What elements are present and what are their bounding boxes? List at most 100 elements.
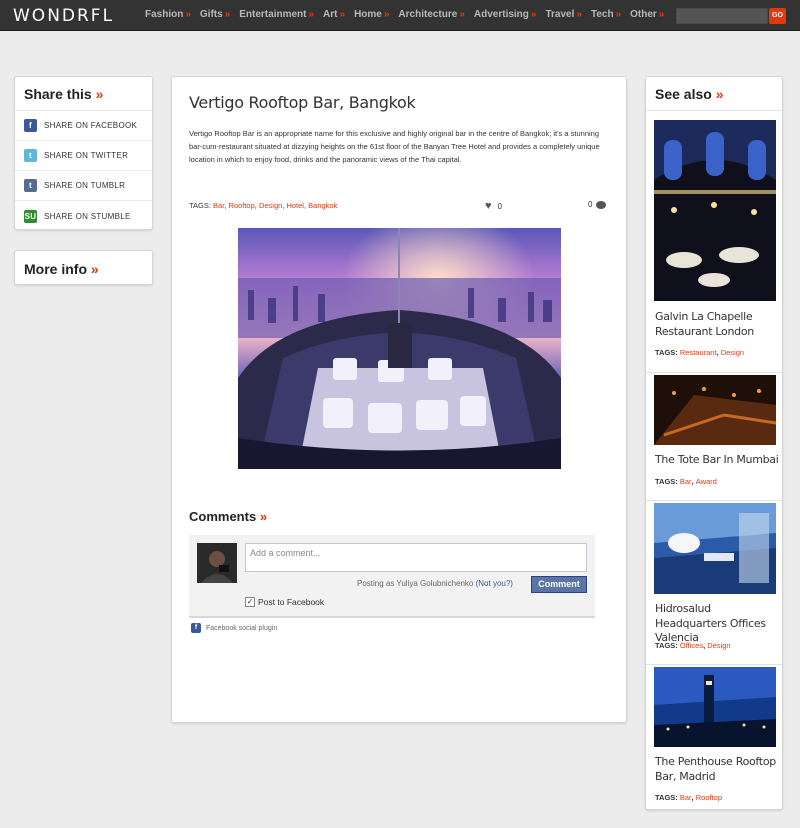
article-tags: TAGS: Bar, Rooftop, Design, Hotel, Bangk… [189, 201, 338, 210]
tag-link[interactable]: Award [696, 477, 717, 486]
title-arrow: » [715, 86, 724, 102]
article-panel: Vertigo Rooftop Bar, Bangkok Vertigo Roo… [171, 76, 627, 723]
see-also-title-link[interactable]: The Tote Bar In Mumbai [655, 453, 779, 468]
nav-arrow: » [339, 9, 346, 20]
tags-label: TAGS: [655, 348, 678, 357]
share-label: SHARE ON TUMBLR [44, 181, 126, 190]
share-list: f SHARE ON FACEBOOK t SHARE ON TWITTER t SH… [15, 110, 152, 231]
more-info-title: More info » [15, 251, 152, 284]
tags-label: TAGS: [655, 793, 678, 802]
nav-label: Home [354, 9, 382, 20]
nav-item-advertising[interactable]: Advertising» [474, 9, 537, 20]
title-arrow: » [90, 261, 99, 277]
nav-arrow: » [185, 9, 191, 20]
nav-label: Tech [590, 9, 614, 20]
tag-link[interactable]: Bar [680, 793, 692, 802]
more-info-panel[interactable]: More info » [14, 250, 153, 285]
see-also-item[interactable]: The Tote Bar In Mumbai TAGS: Bar, Award [646, 372, 784, 500]
see-also-title-link[interactable]: Hidrosalud Headquarters Offices Valencia [655, 602, 779, 646]
share-label: SHARE ON FACEBOOK [44, 121, 138, 130]
nav-arrow: » [576, 9, 582, 20]
tag-link[interactable]: Rooftop [696, 793, 722, 802]
nav-item-home[interactable]: Home» [354, 9, 389, 20]
comment-submit-button[interactable]: Comment [531, 576, 587, 593]
share-title: Share this » [15, 77, 152, 110]
nav-label: Art [323, 9, 338, 20]
see-also-label: See also [655, 86, 712, 102]
share-title-label: Share this [24, 86, 92, 102]
tag-link[interactable]: Bangkok [308, 201, 337, 210]
main-nav: Fashion» Gifts» Entertainment» Art» Home… [145, 9, 673, 20]
see-also-tags: TAGS: Restaurant, Design [655, 348, 745, 357]
see-also-title-link[interactable]: The Penthouse Rooftop Bar, Madrid [655, 755, 779, 784]
facebook-plugin-label[interactable]: f Facebook social plugin [191, 623, 277, 633]
nav-item-entertainment[interactable]: Entertainment» [239, 9, 314, 20]
not-you-link[interactable]: (Not you?) [476, 579, 513, 588]
comment-input[interactable]: Add a comment... [245, 543, 587, 572]
see-also-item[interactable]: Hidrosalud Headquarters Offices Valencia… [646, 500, 784, 664]
nav-label: Other [630, 9, 657, 20]
tags-label: TAGS: [655, 477, 678, 486]
tags-label: TAGS: [189, 201, 211, 210]
plugin-label: Facebook social plugin [206, 624, 278, 632]
tag-link[interactable]: Design [259, 201, 282, 210]
tag-link[interactable]: Restaurant [680, 348, 717, 357]
tag-link[interactable]: Design [707, 641, 730, 650]
nav-item-travel[interactable]: Travel» [545, 9, 581, 20]
share-panel: Share this » f SHARE ON FACEBOOK t SHARE O… [14, 76, 153, 230]
search-form: GO [676, 8, 786, 24]
nav-item-tech[interactable]: Tech» [591, 9, 621, 20]
share-stumble-button[interactable]: SU SHARE ON STUMBLE [15, 201, 152, 231]
facebook-icon: f [24, 119, 37, 132]
stumbleupon-icon: SU [24, 209, 37, 223]
see-also-item[interactable]: The Penthouse Rooftop Bar, Madrid TAGS: … [646, 664, 784, 811]
see-also-thumbnail[interactable] [654, 667, 776, 747]
tag-link[interactable]: Bar [680, 477, 692, 486]
nav-label: Architecture [398, 9, 458, 20]
nav-item-architecture[interactable]: Architecture» [398, 9, 464, 20]
heart-icon: ♥ [485, 200, 492, 212]
see-also-thumbnail[interactable] [654, 375, 776, 445]
posting-as-text: Posting as Yuliya Golubnichenko (Not you… [357, 579, 513, 588]
tag-link[interactable]: Design [721, 348, 744, 357]
share-twitter-button[interactable]: t SHARE ON TWITTER [15, 141, 152, 171]
speech-bubble-icon [596, 200, 607, 209]
checkbox-checked-icon[interactable]: ✓ [245, 597, 255, 607]
nav-item-art[interactable]: Art» [323, 9, 345, 20]
share-facebook-button[interactable]: f SHARE ON FACEBOOK [15, 111, 152, 141]
nav-item-gifts[interactable]: Gifts» [200, 9, 230, 20]
see-also-thumbnail[interactable] [654, 120, 776, 301]
comment-count-link[interactable]: 0 [588, 200, 607, 209]
see-also-thumbnail[interactable] [654, 503, 776, 594]
nav-arrow: » [224, 9, 231, 20]
nav-arrow: » [459, 9, 465, 20]
avatar [197, 543, 237, 583]
facebook-icon: f [191, 623, 201, 633]
share-label: SHARE ON STUMBLE [44, 211, 131, 221]
search-input[interactable] [676, 8, 768, 24]
post-to-facebook-option[interactable]: ✓ Post to Facebook [245, 597, 324, 607]
title-arrow: » [95, 86, 104, 102]
nav-label: Fashion [145, 9, 184, 20]
nav-arrow: » [308, 9, 315, 20]
search-go-button[interactable]: GO [769, 8, 786, 24]
nav-item-fashion[interactable]: Fashion» [145, 9, 191, 20]
site-logo[interactable]: WONDRFL [13, 6, 114, 26]
see-also-panel: See also » Galvin La Chapelle Restaurant… [645, 76, 784, 811]
share-tumblr-button[interactable]: t SHARE ON TUMBLR [15, 171, 152, 201]
nav-label: Travel [545, 9, 575, 20]
tag-link[interactable]: Offices [680, 641, 703, 650]
tag-link[interactable]: Rooftop [228, 201, 254, 210]
tag-link[interactable]: Bar [213, 201, 224, 210]
see-also-title-link[interactable]: Galvin La Chapelle Restaurant London [655, 310, 779, 339]
see-also-item[interactable]: Galvin La Chapelle Restaurant London TAG… [646, 110, 784, 372]
see-also-tags: TAGS: Bar, Award [655, 477, 717, 486]
facebook-comment-box: Add a comment... Posting as Yuliya Golub… [189, 535, 595, 618]
like-count: 0 [497, 201, 502, 211]
tag-link[interactable]: Hotel [286, 201, 304, 210]
nav-label: Entertainment [239, 9, 307, 20]
nav-item-other[interactable]: Other» [630, 9, 664, 20]
posting-as-label: Posting as Yuliya Golubnichenko [357, 579, 474, 588]
like-button[interactable]: ♥ 0 [485, 200, 502, 212]
nav-arrow: » [383, 9, 390, 20]
